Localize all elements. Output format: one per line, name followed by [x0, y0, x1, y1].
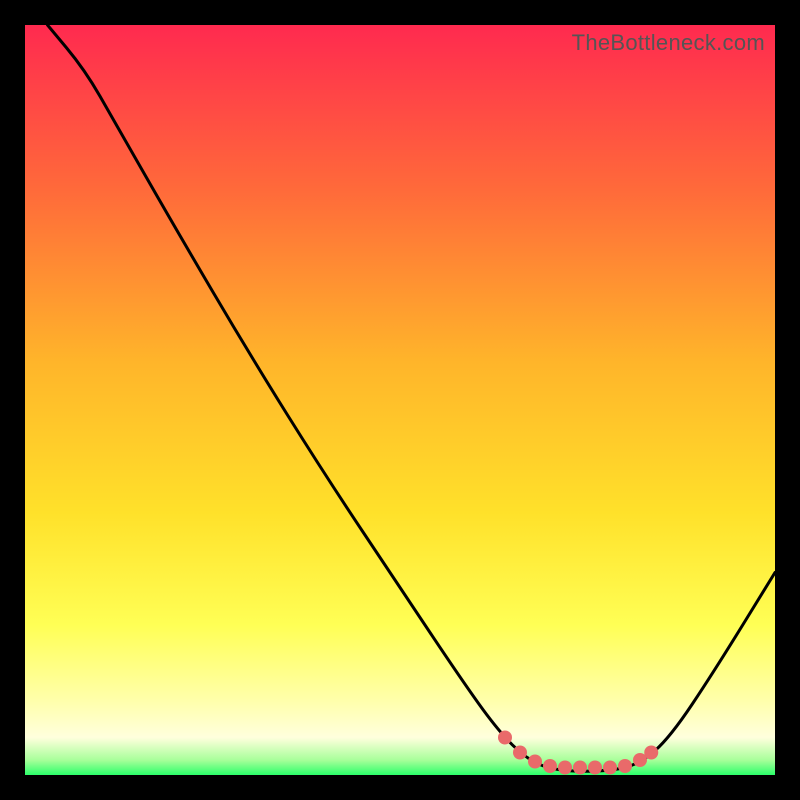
gradient-background	[25, 25, 775, 775]
watermark-text: TheBottleneck.com	[572, 30, 765, 56]
chart-frame: TheBottleneck.com	[25, 25, 775, 775]
chart-plot	[25, 25, 775, 775]
